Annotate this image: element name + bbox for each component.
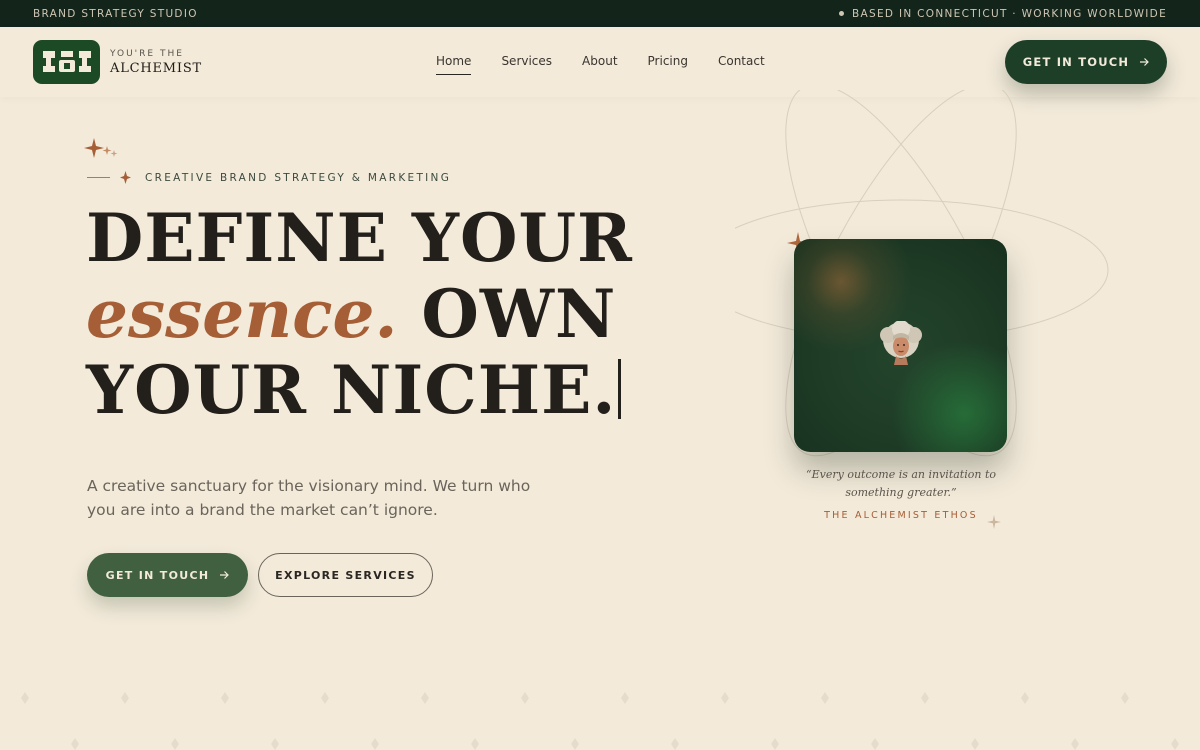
diamond-pattern-decoration [21, 692, 1179, 750]
main-nav: Home Services About Pricing Contact [436, 54, 765, 75]
pattern-diamond [371, 738, 379, 750]
pattern-diamond [21, 692, 29, 704]
pattern-diamond [71, 738, 79, 750]
studio-tagline: BRAND STRATEGY STUDIO [33, 7, 198, 20]
sparkle-icon [84, 138, 118, 158]
pattern-diamond [221, 692, 229, 704]
pattern-diamond [821, 692, 829, 704]
nav-home[interactable]: Home [436, 54, 472, 75]
pattern-diamond [1121, 692, 1129, 704]
portrait-avatar [880, 321, 922, 365]
pattern-diamond [871, 738, 879, 750]
cta-label: GET IN TOUCH [1022, 55, 1130, 69]
hero-headline: DEFINE YOUR essence. OWN YOUR NICHE. [86, 200, 646, 428]
quote-attribution: THE ALCHEMIST ETHOS [824, 510, 978, 521]
eyebrow-text: CREATIVE BRAND STRATEGY & MARKETING [145, 171, 452, 184]
typing-caret [618, 359, 622, 419]
logo-mark [33, 40, 100, 84]
arrow-right-icon [1140, 58, 1150, 66]
pattern-diamond [1071, 738, 1079, 750]
headline-line-3: YOUR NICHE. [86, 351, 617, 429]
location-text: BASED IN CONNECTICUT · WORKING WORLDWIDE [852, 7, 1167, 20]
pattern-diamond [271, 738, 279, 750]
hero-eyebrow: CREATIVE BRAND STRATEGY & MARKETING [87, 171, 451, 184]
eyebrow-divider [87, 177, 110, 178]
pattern-diamond [621, 692, 629, 704]
pattern-diamond [521, 692, 529, 704]
pattern-diamond [571, 738, 579, 750]
pattern-diamond [771, 738, 779, 750]
site-header: YOU'RE THE ALCHEMIST Home Services About… [0, 27, 1200, 97]
primary-button-label: GET IN TOUCH [105, 568, 210, 582]
ethos-quote: “Every outcome is an invitation to somet… [806, 468, 996, 499]
star-icon [120, 171, 131, 184]
hero-subtext: A creative sanctuary for the visionary m… [87, 477, 531, 519]
secondary-button-label: EXPLORE SERVICES [275, 568, 416, 582]
pattern-diamond [421, 692, 429, 704]
pattern-diamond [971, 738, 979, 750]
logo-big-text: ALCHEMIST [110, 60, 203, 76]
location-info: BASED IN CONNECTICUT · WORKING WORLDWIDE [839, 8, 1167, 20]
pattern-diamond [1171, 738, 1179, 750]
nav-contact[interactable]: Contact [718, 54, 765, 75]
logo[interactable]: YOU'RE THE ALCHEMIST [33, 40, 202, 84]
sparkle-icon [987, 515, 1001, 529]
nav-services[interactable]: Services [501, 54, 552, 75]
pattern-diamond [1021, 692, 1029, 704]
pattern-diamond [171, 738, 179, 750]
logo-wordmark: YOU'RE THE ALCHEMIST [110, 48, 203, 76]
headline-line-2: OWN [421, 275, 617, 353]
pattern-diamond [721, 692, 729, 704]
headline-emphasis: essence. [86, 275, 398, 353]
pattern-diamond [471, 738, 479, 750]
pattern-diamond [921, 692, 929, 704]
nav-about[interactable]: About [582, 54, 617, 75]
dot-icon [839, 11, 845, 16]
get-in-touch-button[interactable]: GET IN TOUCH [87, 553, 248, 597]
pattern-diamond [121, 692, 129, 704]
pattern-diamond [671, 738, 679, 750]
logo-small-text: YOU'RE THE [110, 48, 184, 59]
hero-image-card [794, 239, 1007, 452]
announcement-bar: BRAND STRATEGY STUDIO BASED IN CONNECTIC… [0, 0, 1200, 27]
arrow-right-icon [220, 571, 230, 579]
headline-line-1: DEFINE YOUR [86, 199, 633, 277]
pattern-diamond [321, 692, 329, 704]
explore-services-button[interactable]: EXPLORE SERVICES [258, 553, 433, 597]
logo-glyph-icon [42, 51, 91, 72]
nav-pricing[interactable]: Pricing [648, 54, 688, 75]
get-in-touch-header-button[interactable]: GET IN TOUCH [1005, 40, 1167, 84]
